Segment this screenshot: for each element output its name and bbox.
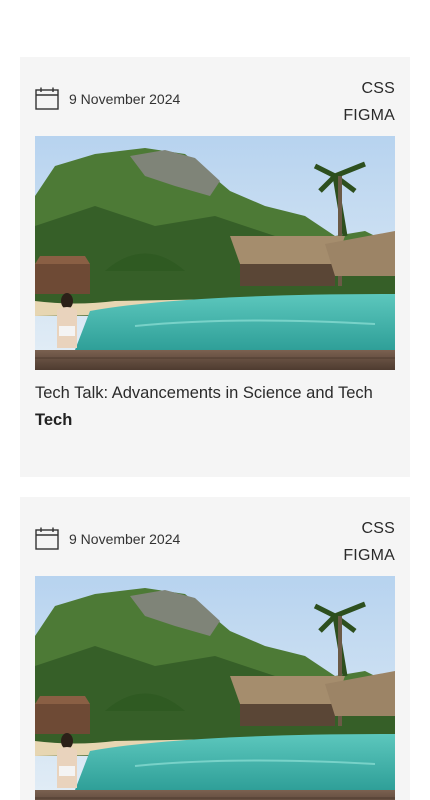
blog-feed: 9 November 2024 CSS FIGMA Tech Talk: Adv… xyxy=(0,0,430,800)
post-date-text: 9 November 2024 xyxy=(69,90,181,107)
post-card: 9 November 2024 CSS FIGMA xyxy=(20,497,410,800)
post-meta: 9 November 2024 CSS FIGMA xyxy=(35,57,395,136)
post-date-text: 9 November 2024 xyxy=(69,530,181,547)
tag-css[interactable]: CSS xyxy=(343,515,395,542)
tag-figma[interactable]: FIGMA xyxy=(343,542,395,569)
tag-css[interactable]: CSS xyxy=(343,75,395,102)
calendar-icon xyxy=(35,87,59,110)
post-image[interactable] xyxy=(35,576,395,800)
tag-figma[interactable]: FIGMA xyxy=(343,102,395,129)
post-meta: 9 November 2024 CSS FIGMA xyxy=(35,497,395,576)
post-date: 9 November 2024 xyxy=(35,87,180,110)
calendar-icon xyxy=(35,527,59,550)
post-card: 9 November 2024 CSS FIGMA xyxy=(20,57,410,477)
post-date: 9 November 2024 xyxy=(35,527,180,550)
post-category[interactable]: Tech xyxy=(35,407,395,434)
post-image[interactable] xyxy=(35,136,395,370)
post-title[interactable]: Tech Talk: Advancements in Science and T… xyxy=(35,380,395,407)
post-tags: CSS FIGMA xyxy=(343,75,395,129)
post-tags: CSS FIGMA xyxy=(343,515,395,569)
